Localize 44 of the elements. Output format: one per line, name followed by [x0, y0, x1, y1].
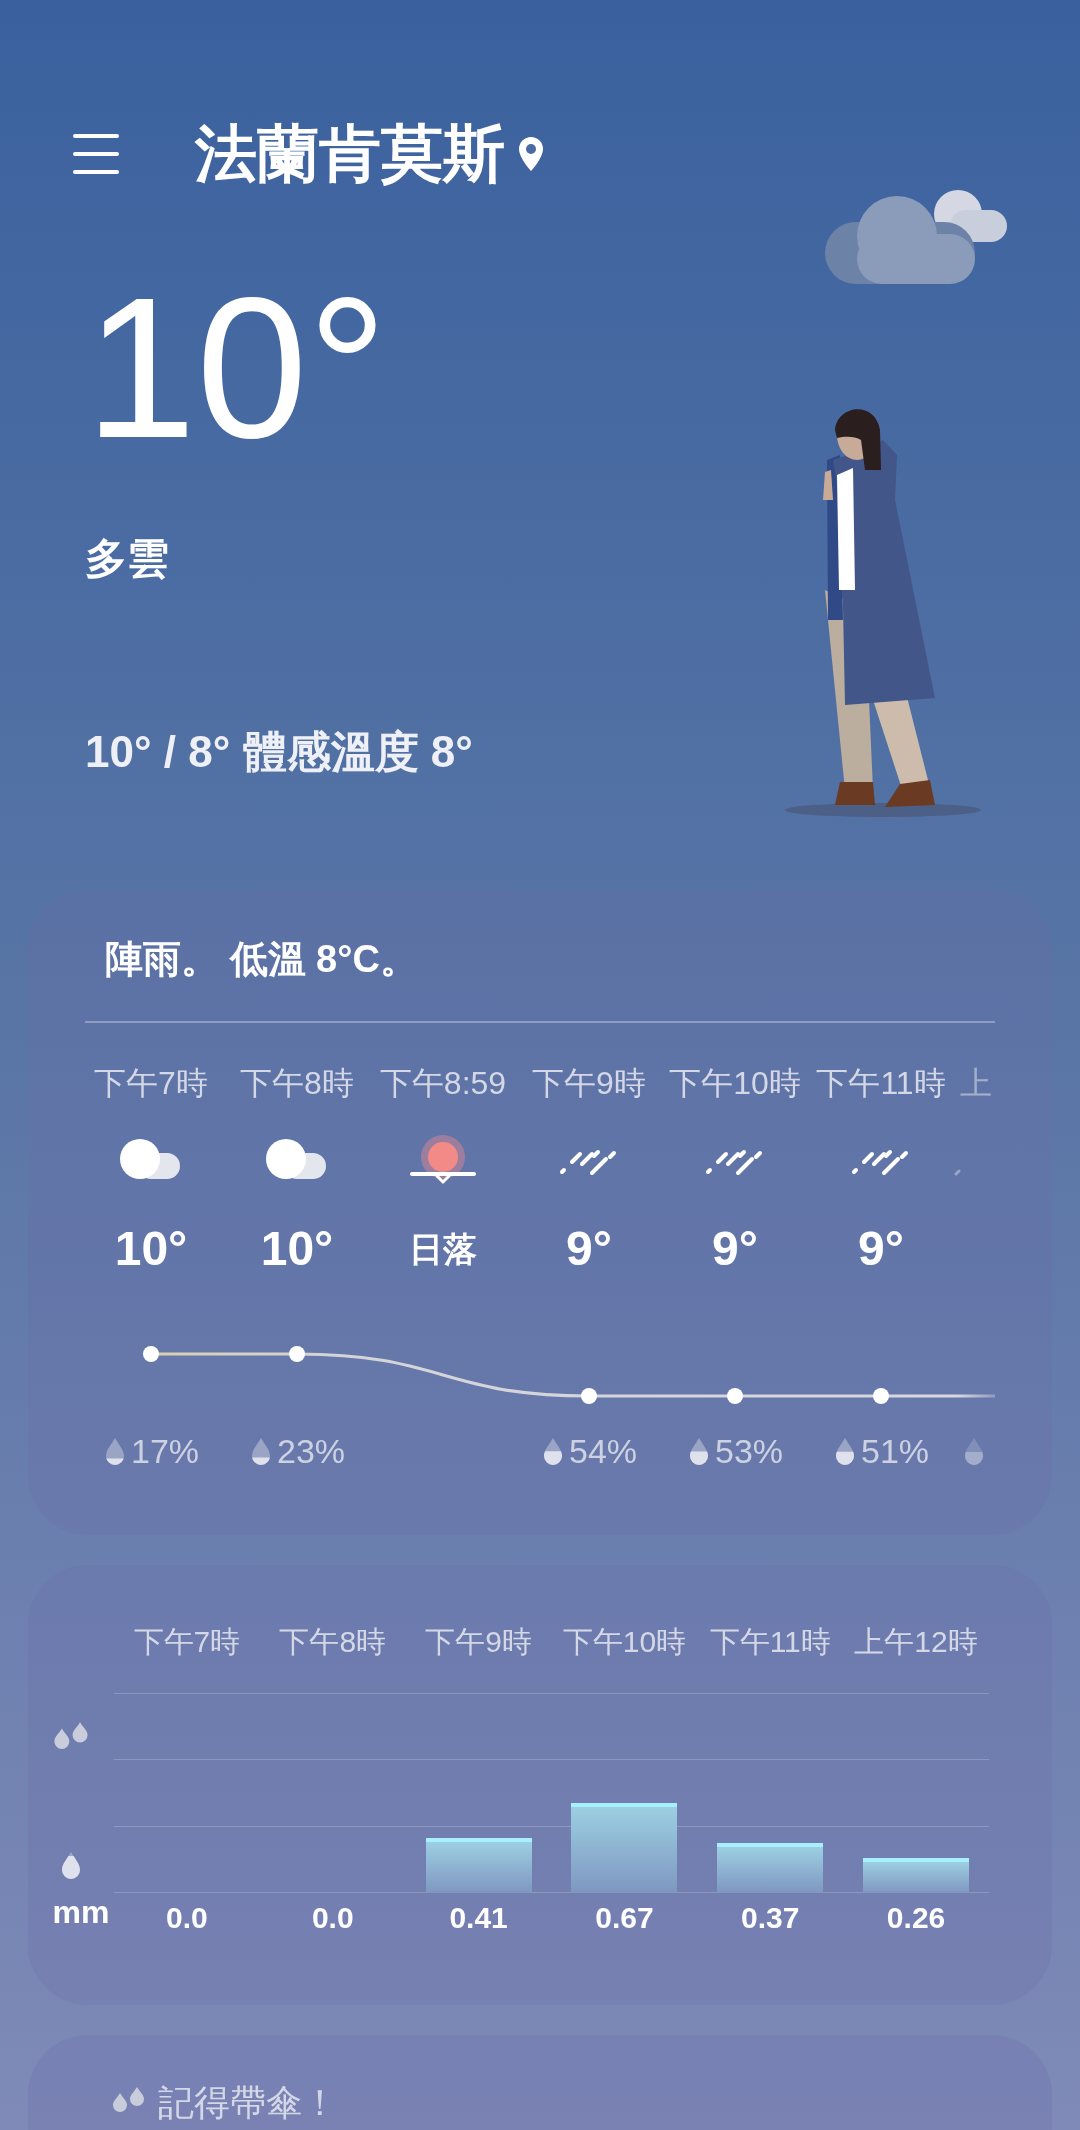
hour-label: 上 [959, 1067, 992, 1099]
menu-icon[interactable] [72, 132, 120, 176]
hour-label: 下午10時 [669, 1067, 801, 1099]
hour-temperature: 10° [260, 1225, 334, 1273]
hour-temperature: 9° [858, 1225, 904, 1273]
sunset-icon [410, 1133, 476, 1185]
hour-label: 下午8時 [240, 1067, 354, 1099]
raindrop-icon [59, 1850, 83, 1880]
precipitation-amount: 0.0 [310, 1903, 355, 1933]
unit-label: mm [52, 1896, 110, 1928]
hour-label: 下午11時 [708, 1627, 832, 1657]
raindrop-icon [962, 1436, 986, 1466]
weather-condition: 多雲 [85, 538, 170, 580]
precipitation-amount: 0.0 [165, 1903, 209, 1933]
hour-label: 下午9時 [532, 1067, 646, 1099]
precipitation-amount: 0.37 [740, 1903, 801, 1933]
cloud-icon [266, 1137, 328, 1181]
hour-label: 上午12時 [853, 1627, 979, 1657]
forecast-summary: 陣雨。 低溫 8°C。 [104, 937, 419, 978]
precipitation-amount: 0.26 [885, 1903, 947, 1933]
umbrella-reminder: 記得帶傘！ [158, 2085, 338, 2121]
hour-temperature: 9° [566, 1225, 612, 1273]
hour-label: 下午8時 [278, 1627, 388, 1657]
hour-temperature: 10° [114, 1225, 188, 1273]
hour-label: 下午10時 [561, 1627, 688, 1657]
precipitation-chance: 53% [714, 1434, 784, 1468]
hour-label: 下午8:59 [379, 1067, 507, 1099]
precipitation-chance: 51% [860, 1434, 930, 1468]
hour-temperature: 9° [712, 1225, 758, 1273]
temperature-range: 10° / 8° 體感溫度 8° [85, 730, 474, 774]
hour-label: 下午7時 [132, 1627, 242, 1657]
city-name: 法蘭肯莫斯 [195, 123, 505, 185]
hour-label: 下午11時 [816, 1067, 946, 1099]
precipitation-chance: 23% [276, 1434, 346, 1468]
hour-label: 下午9時 [424, 1627, 533, 1657]
location-pin-icon [517, 135, 545, 173]
hour-label: 下午7時 [94, 1067, 208, 1099]
cloud-icon [120, 1137, 182, 1181]
precipitation-amount: 0.41 [448, 1903, 509, 1933]
sunset-label: 日落 [409, 1232, 477, 1266]
current-temperature: 10° [85, 268, 389, 468]
precipitation-chance: 17% [130, 1434, 200, 1468]
precipitation-amount: 0.67 [594, 1903, 655, 1933]
precipitation-chance: 54% [568, 1434, 638, 1468]
